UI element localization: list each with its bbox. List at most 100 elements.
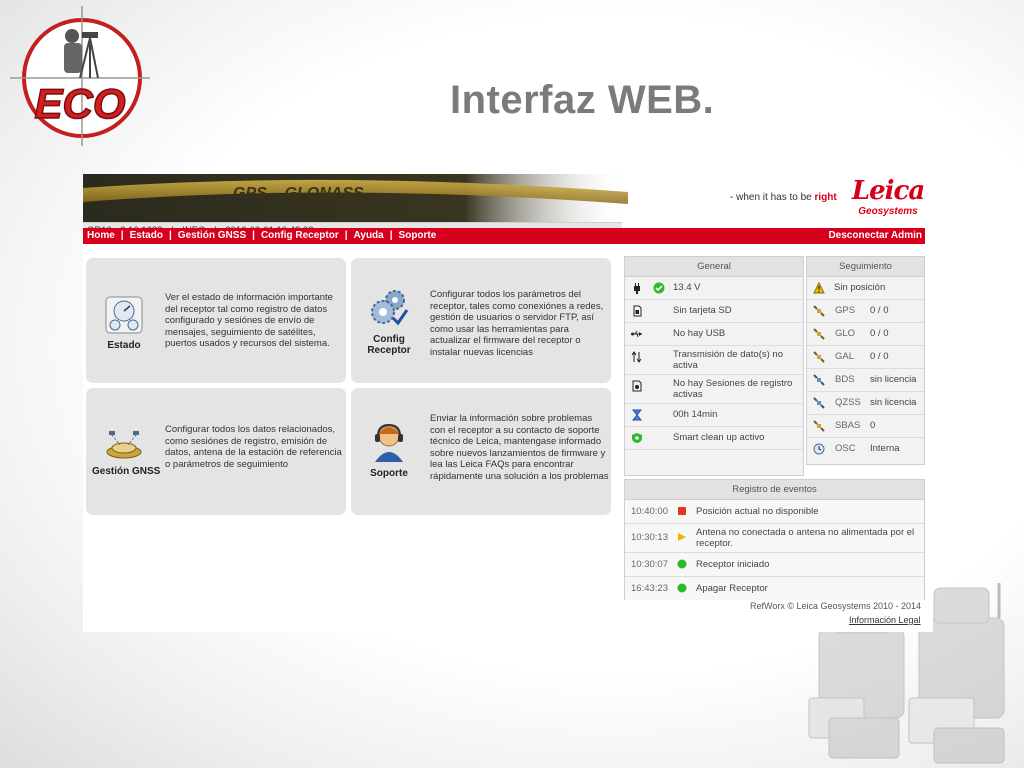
tile-soporte-icon-wrap: Soporte — [363, 422, 415, 479]
tile-config-text: Configurar todos los parámetros del rece… — [430, 289, 604, 358]
tracking-row: QZSS sin licencia — [807, 392, 924, 415]
nav-gestion-gnss[interactable]: Gestión GNSS — [178, 230, 246, 241]
seguimiento-panel-title: Seguimiento — [807, 257, 924, 277]
general-row-text: Transmisión de dato(s) no activa — [673, 349, 784, 371]
eco-logo-text: ECO — [34, 80, 125, 127]
nav-soporte[interactable]: Soporte — [399, 230, 437, 241]
general-row-uptime: 00h 14min — [625, 404, 803, 427]
satellite-icon — [813, 420, 825, 432]
shield-icon — [632, 433, 642, 443]
tile-estado-text: Ver el estado de información importante … — [165, 292, 333, 349]
ok-check-icon — [653, 282, 665, 294]
tracking-position-text: Sin posición — [834, 282, 886, 293]
clock-icon — [813, 443, 825, 455]
event-row: 10:30:07 Receptor iniciado — [625, 553, 924, 577]
event-time: 10:30:13 — [631, 532, 668, 543]
tracking-system: SBAS — [835, 420, 861, 431]
tracking-value: Interna — [870, 443, 900, 454]
seguimiento-panel: Seguimiento Sin posición GPS 0 / 0 GLO 0… — [806, 256, 925, 465]
tracking-value: 0 / 0 — [870, 351, 889, 362]
leica-logo-text: Leica — [851, 176, 925, 206]
tracking-row: GLO 0 / 0 — [807, 323, 924, 346]
geosystems-text: Geosystems — [858, 206, 918, 217]
satellite-icon — [813, 397, 825, 409]
warning-triangle-icon — [678, 533, 686, 541]
general-row-text: No hay USB — [673, 328, 726, 339]
tracking-system: GLO — [835, 328, 856, 339]
tracking-system: BDS — [835, 374, 855, 385]
satellite-icon — [813, 374, 825, 386]
event-text: Receptor iniciado — [696, 559, 770, 570]
event-row: 16:43:23 Apagar Receptor — [625, 577, 924, 600]
event-row: 10:30:13 Antena no conectada o antena no… — [625, 524, 924, 553]
tracking-value: sin licencia — [870, 374, 917, 385]
tracking-value: 0 — [870, 420, 876, 431]
tile-soporte-label: Soporte — [370, 468, 408, 479]
satellite-icon — [813, 328, 825, 340]
event-time: 16:43:23 — [631, 583, 668, 594]
tile-estado-icon-wrap: Estado — [98, 296, 150, 351]
error-icon — [678, 507, 686, 515]
leica-logo: Leica Geosystems — [848, 176, 933, 220]
event-text: Apagar Receptor — [696, 583, 768, 594]
footer-copyright: RefWorx © Leica Geosystems 2010 - 2014 — [750, 601, 922, 611]
tile-gestion-gnss[interactable]: Gestión GNSS Configurar todos los datos … — [86, 388, 346, 515]
gnss-banner-image: GPS – GLONASS — [83, 174, 628, 222]
tracking-value: 0 / 0 — [870, 305, 889, 316]
general-row-text: 13.4 V — [673, 282, 701, 293]
tile-soporte[interactable]: Soporte Enviar la información sobre prob… — [351, 388, 611, 515]
tile-config-receptor[interactable]: Config Receptor Configurar todos los par… — [351, 258, 611, 383]
tile-estado[interactable]: Estado Ver el estado de información impo… — [86, 258, 346, 383]
general-row-power: 13.4 V — [625, 277, 803, 300]
event-log-panel: Registro de eventos 10:40:00 Posición ac… — [624, 479, 925, 600]
general-row-sd: Sin tarjeta SD — [625, 300, 803, 323]
document-icon — [632, 380, 642, 392]
tracking-system: GAL — [835, 351, 855, 362]
tracking-row: BDS sin licencia — [807, 369, 924, 392]
tile-gnss-label: Gestión GNSS — [92, 466, 161, 477]
general-panel: General 13.4 V Sin tarjeta SD No hay USB… — [624, 256, 804, 476]
tile-estado-label: Estado — [107, 340, 141, 351]
power-plug-icon — [634, 283, 640, 294]
event-text: Antena no conectada o antena no alimenta… — [696, 527, 915, 549]
tile-gnss-icon-wrap: Gestión GNSS — [92, 428, 160, 477]
general-row-sessions: No hay Sesiones de registro activas — [625, 375, 803, 404]
sd-card-icon — [633, 305, 642, 317]
logout-link[interactable]: Desconectar Admin — [828, 228, 922, 244]
header-banner: GPS – GLONASS - when it has to be right … — [83, 174, 933, 222]
slide-title: Interfaz WEB. — [450, 78, 715, 122]
tracking-row: OSC Interna — [807, 438, 924, 460]
legal-info-link[interactable]: Información Legal — [849, 615, 921, 625]
gnss-antenna-icon — [106, 431, 142, 459]
tracking-row: GAL 0 / 0 — [807, 346, 924, 369]
gears-icon — [371, 290, 409, 326]
tagline: - when it has to be right — [730, 192, 837, 203]
eco-logo: ECO — [10, 6, 150, 146]
general-row-cleanup: Smart clean up activo — [625, 427, 803, 450]
general-row-text: Smart clean up activo — [673, 432, 765, 443]
ok-status-icon — [677, 583, 687, 593]
tracking-system: GPS — [835, 305, 856, 316]
tracking-value: sin licencia — [870, 397, 917, 408]
web-interface: GPS – GLONASS - when it has to be right … — [83, 174, 933, 632]
tracking-position-row: Sin posición — [807, 277, 924, 300]
event-time: 10:40:00 — [631, 506, 668, 517]
tile-soporte-text: Enviar la información sobre problemas co… — [430, 413, 609, 482]
gauges-icon — [105, 296, 143, 334]
nav-home[interactable]: Home — [87, 230, 115, 241]
tracking-system: OSC — [835, 443, 856, 454]
hourglass-icon — [631, 409, 643, 421]
tile-config-icon-wrap: Config Receptor — [363, 288, 415, 356]
tracking-row: GPS 0 / 0 — [807, 300, 924, 323]
usb-icon — [631, 330, 642, 338]
nav-estado[interactable]: Estado — [130, 230, 163, 241]
nav-config-receptor[interactable]: Config Receptor — [261, 230, 339, 241]
nav-ayuda[interactable]: Ayuda — [354, 230, 384, 241]
ok-status-icon — [677, 559, 687, 569]
tile-config-label: Config Receptor — [367, 334, 411, 356]
event-text: Posición actual no disponible — [696, 506, 819, 517]
banner-text: GPS – GLONASS — [233, 185, 364, 202]
event-row: 10:40:00 Posición actual no disponible — [625, 500, 924, 524]
satellite-icon — [813, 351, 825, 363]
satellite-icon — [813, 305, 825, 317]
